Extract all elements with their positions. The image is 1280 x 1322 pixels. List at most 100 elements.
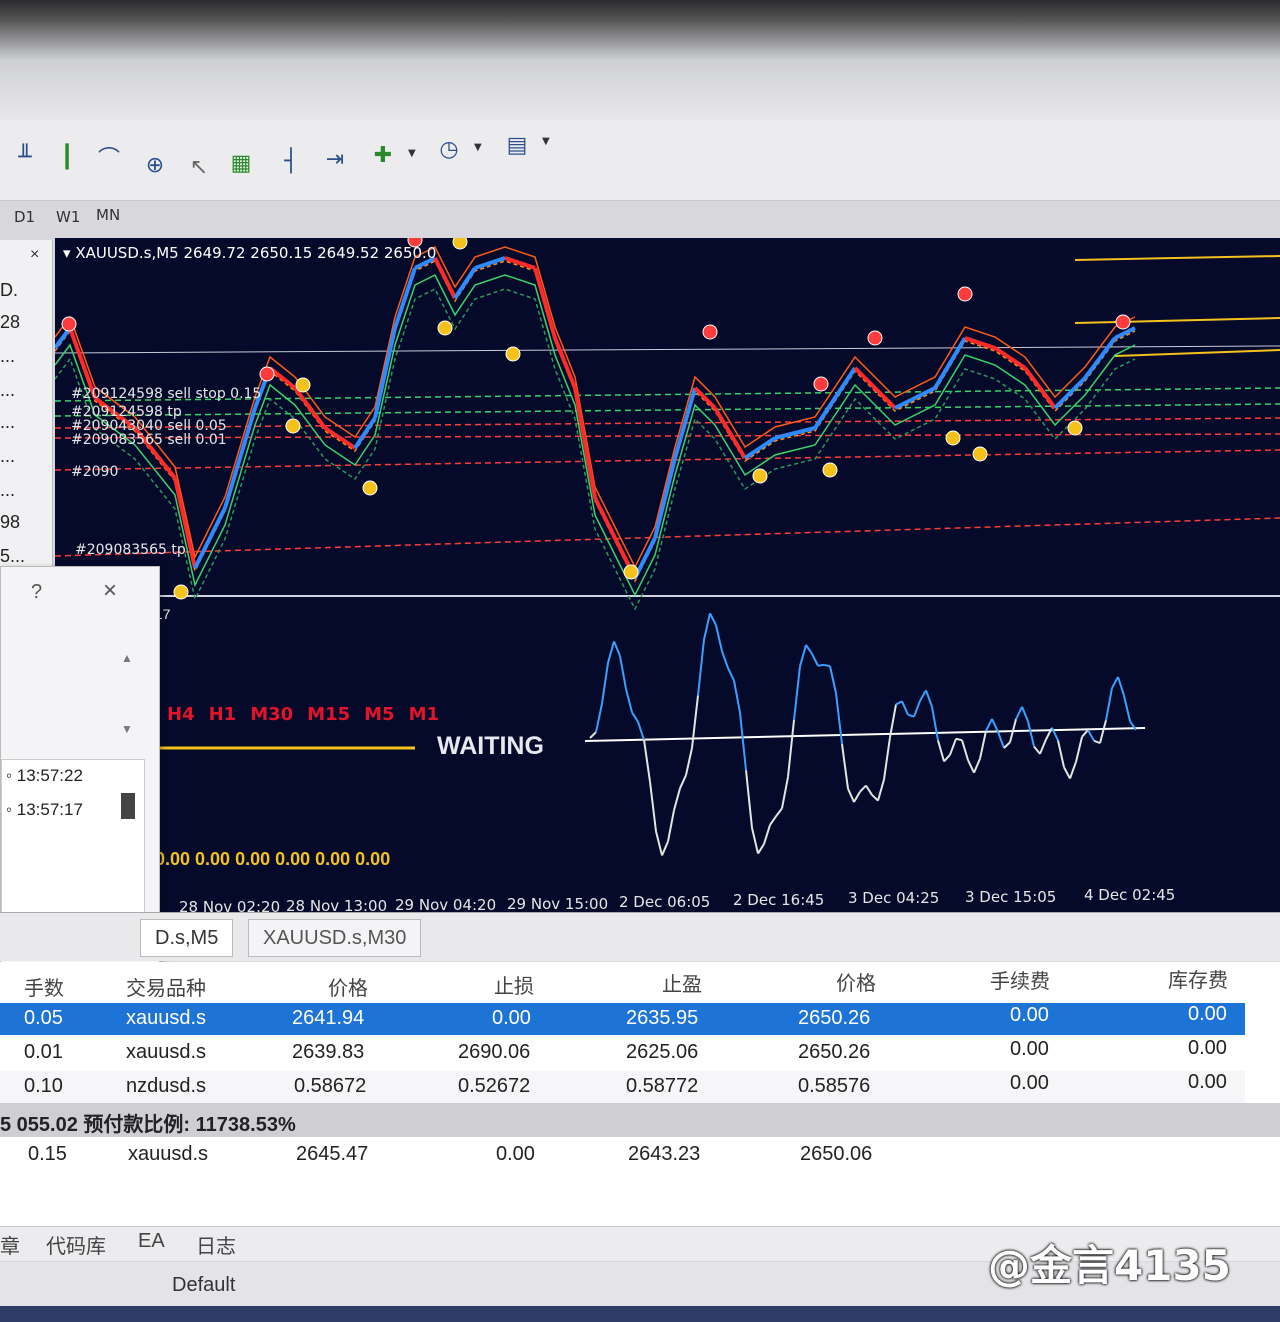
list-item[interactable]: ... bbox=[0, 346, 15, 367]
zoom-in-icon[interactable]: ⊕ bbox=[138, 148, 172, 182]
column-header[interactable]: 止盈 bbox=[662, 968, 702, 997]
column-header[interactable]: 库存费 bbox=[1168, 964, 1228, 993]
list-item[interactable]: ◦ 13:57:22 bbox=[6, 766, 83, 786]
list-item[interactable]: ... bbox=[0, 446, 15, 467]
oscillator-segment bbox=[937, 740, 945, 762]
oscillator-segment bbox=[799, 644, 807, 667]
list-item[interactable]: ◦ 13:57:17 bbox=[6, 800, 83, 820]
oscillator-segment bbox=[805, 644, 813, 655]
time-axis: 28 Nov 02:20 28 Nov 13:00 29 Nov 04:20 2… bbox=[55, 886, 1280, 916]
tab-ea[interactable]: EA bbox=[138, 1230, 165, 1253]
timeframe-d1[interactable]: D1 bbox=[14, 208, 35, 226]
add-indicator-icon[interactable]: ✚ bbox=[366, 138, 400, 172]
column-header[interactable]: 交易品种 bbox=[126, 972, 206, 1001]
oscillator-segment bbox=[895, 700, 903, 706]
column-header[interactable]: 价格 bbox=[328, 972, 368, 1001]
table-row[interactable]: 0.15 xauusd.s 2645.47 0.00 2643.23 2650.… bbox=[0, 1139, 1245, 1171]
signal-star bbox=[295, 377, 311, 393]
dropdown-arrow-icon[interactable]: ▼ bbox=[542, 136, 550, 147]
oscillator-segment bbox=[655, 831, 663, 856]
oscillator-segment bbox=[817, 663, 825, 667]
cell: 0.00 bbox=[1188, 1071, 1227, 1093]
oscillator-segment bbox=[625, 688, 633, 713]
signal-star bbox=[957, 286, 973, 302]
price-segment bbox=[993, 346, 1027, 370]
scrollbar-thumb[interactable] bbox=[121, 793, 135, 819]
profile-name[interactable]: Default bbox=[172, 1274, 235, 1297]
time-label: 29 Nov 15:00 bbox=[507, 895, 609, 913]
cell: 2650.06 bbox=[800, 1143, 873, 1165]
list-item[interactable]: 5... bbox=[0, 546, 25, 567]
oscillator-segment bbox=[745, 770, 753, 828]
dropdown-arrow-icon[interactable]: ▼ bbox=[474, 142, 482, 153]
shift-icon[interactable]: ⇥ bbox=[318, 142, 352, 176]
price-segment bbox=[853, 366, 897, 410]
timeframe-mn[interactable]: MN bbox=[96, 206, 120, 224]
oscillator-segment bbox=[859, 784, 867, 793]
cell: 0.52672 bbox=[458, 1075, 531, 1097]
oscillator-segment bbox=[1039, 739, 1047, 755]
signal-star bbox=[867, 330, 883, 346]
oscillator-segment bbox=[1087, 729, 1095, 742]
price-segment bbox=[593, 497, 617, 539]
price-segment bbox=[293, 386, 327, 430]
tab-articles[interactable]: 章 bbox=[0, 1230, 20, 1259]
column-header[interactable]: 手数 bbox=[24, 972, 64, 1001]
bar-chart-icon[interactable]: ╨ bbox=[8, 140, 42, 174]
close-icon[interactable]: × bbox=[103, 577, 117, 605]
column-header[interactable]: 手续费 bbox=[990, 965, 1050, 994]
price-chart[interactable]: ▾ XAUUSD.s,M5 2649.72 2650.15 2649.52 26… bbox=[55, 238, 1280, 911]
oscillator-segment bbox=[679, 774, 687, 789]
oscillator-segment bbox=[1027, 721, 1035, 747]
price-segment bbox=[323, 426, 357, 450]
list-item[interactable]: 28 bbox=[0, 312, 20, 333]
help-icon[interactable]: ? bbox=[31, 581, 42, 604]
cursor-icon[interactable]: ↖ bbox=[182, 150, 216, 184]
dropdown-arrow-icon[interactable]: ▼ bbox=[408, 148, 416, 159]
list-item[interactable]: ... bbox=[0, 380, 15, 401]
tab-journal[interactable]: 日志 bbox=[196, 1230, 236, 1259]
tab-xauusd-m5[interactable]: D.s,M5 bbox=[140, 919, 234, 957]
template-icon[interactable]: ▤ bbox=[500, 128, 534, 162]
timeframe-w1[interactable]: W1 bbox=[56, 208, 80, 226]
list-item[interactable]: ... bbox=[0, 412, 15, 433]
period-icon[interactable]: ┤ bbox=[274, 144, 308, 178]
signal-star bbox=[173, 584, 189, 600]
oscillator-segment bbox=[595, 703, 603, 733]
scroll-up-icon[interactable]: ▲ bbox=[121, 651, 133, 665]
candlestick-icon[interactable]: ┃ bbox=[50, 140, 84, 174]
signal-star bbox=[972, 446, 988, 462]
clock-icon[interactable]: ◷ bbox=[432, 132, 466, 166]
oscillator-segment bbox=[697, 639, 705, 696]
table-row[interactable]: 0.05 xauusd.s 2641.94 0.00 2635.95 2650.… bbox=[0, 1003, 1245, 1035]
tab-code-base[interactable]: 代码库 bbox=[46, 1230, 106, 1259]
list-item[interactable]: D. bbox=[0, 280, 18, 301]
oscillator-segment bbox=[781, 776, 789, 809]
signal-star bbox=[437, 320, 453, 336]
close-icon[interactable]: × bbox=[30, 246, 39, 264]
column-header[interactable]: 止损 bbox=[494, 970, 534, 999]
line-chart-icon[interactable]: ⌒ bbox=[92, 140, 126, 174]
chart-tabs: D.s,M5 XAUUSD.s,M30 bbox=[0, 912, 1280, 961]
list-item[interactable]: 98 bbox=[0, 512, 20, 533]
price-segment bbox=[1023, 366, 1057, 410]
scroll-down-icon[interactable]: ▼ bbox=[121, 722, 133, 736]
band-line bbox=[55, 245, 1136, 569]
oscillator-segment bbox=[943, 754, 951, 763]
oscillator-segment bbox=[1063, 766, 1071, 780]
dropdown-arrow-icon[interactable]: ▾ bbox=[63, 244, 75, 262]
table-row[interactable]: 0.10 nzdusd.s 0.58672 0.52672 0.58772 0.… bbox=[0, 1071, 1245, 1103]
signal-star bbox=[362, 480, 378, 496]
oscillator-segment bbox=[643, 739, 651, 782]
oscillator-segment bbox=[601, 662, 609, 704]
list-item[interactable]: ... bbox=[0, 480, 15, 501]
oscillator-segment bbox=[673, 788, 681, 811]
oscillator-segment bbox=[949, 738, 957, 756]
table-row[interactable]: 0.01 xauusd.s 2639.83 2690.06 2625.06 26… bbox=[0, 1037, 1245, 1069]
signal-star bbox=[1067, 420, 1083, 436]
price-segment bbox=[653, 457, 677, 539]
tile-windows-icon[interactable]: ▦ bbox=[224, 146, 258, 180]
time-label: 2 Dec 16:45 bbox=[733, 891, 825, 909]
column-header[interactable]: 价格 bbox=[836, 967, 876, 996]
tab-xauusd-m30[interactable]: XAUUSD.s,M30 bbox=[248, 919, 422, 957]
